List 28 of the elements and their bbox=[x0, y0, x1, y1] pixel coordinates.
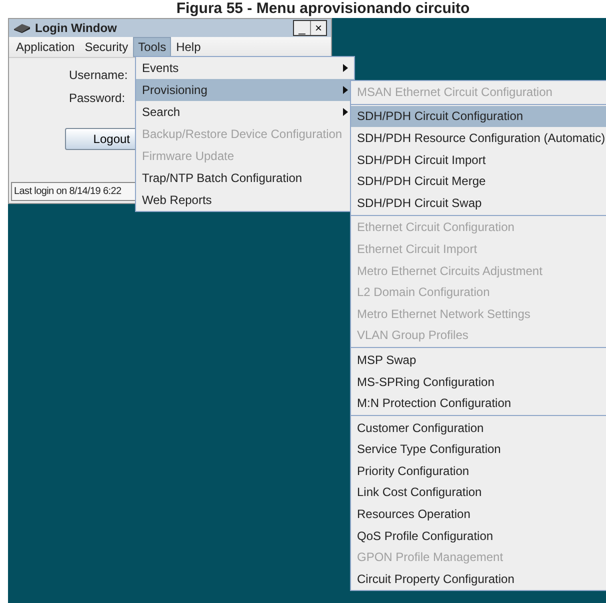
menu-item[interactable]: SDH/PDH Circuit Import bbox=[351, 148, 606, 170]
menu-bar-item[interactable]: Security bbox=[80, 37, 134, 57]
menu-item[interactable]: Priority Configuration bbox=[351, 460, 606, 482]
device-icon bbox=[13, 23, 31, 33]
menu-item[interactable]: Provisioning bbox=[136, 79, 354, 101]
menu-item[interactable]: Circuit Property Configuration bbox=[351, 568, 606, 590]
menu-item[interactable]: Customer Configuration bbox=[351, 416, 606, 438]
figure-caption: Figura 55 - Menu aprovisionando circuito bbox=[175, 0, 471, 18]
window-title: Login Window bbox=[35, 21, 118, 35]
password-label: Password: bbox=[69, 91, 126, 105]
menu-item[interactable]: Events bbox=[136, 57, 354, 79]
menu-item[interactable]: MS-SPRing Configuration bbox=[351, 370, 606, 392]
menu-item[interactable]: Search bbox=[136, 101, 354, 123]
menu-item[interactable]: Service Type Configuration bbox=[351, 438, 606, 460]
menu-item[interactable]: SDH/PDH Circuit Swap bbox=[351, 192, 606, 214]
menu-bar-item[interactable]: Tools bbox=[133, 37, 172, 57]
menu-item[interactable]: SDH/PDH Circuit Merge bbox=[351, 170, 606, 192]
username-label: Username: bbox=[69, 68, 128, 82]
menu-item[interactable]: SDH/PDH Resource Configuration (Automatic) bbox=[351, 127, 606, 149]
menu-item[interactable]: Link Cost Configuration bbox=[351, 482, 606, 504]
menu-bar-item[interactable]: Application bbox=[11, 37, 80, 57]
menu-item[interactable]: MSP Swap bbox=[351, 349, 606, 371]
menu-bar-item[interactable]: Help bbox=[171, 37, 206, 57]
menu-item[interactable]: SDH/PDH Circuit Configuration bbox=[351, 106, 606, 128]
menu-item[interactable]: Resources Operation bbox=[351, 503, 606, 525]
menu-item[interactable]: M:N Protection Configuration bbox=[351, 392, 606, 414]
menu-item[interactable]: QoS Profile Configuration bbox=[351, 524, 606, 546]
logout-button[interactable]: Logout bbox=[65, 128, 137, 150]
